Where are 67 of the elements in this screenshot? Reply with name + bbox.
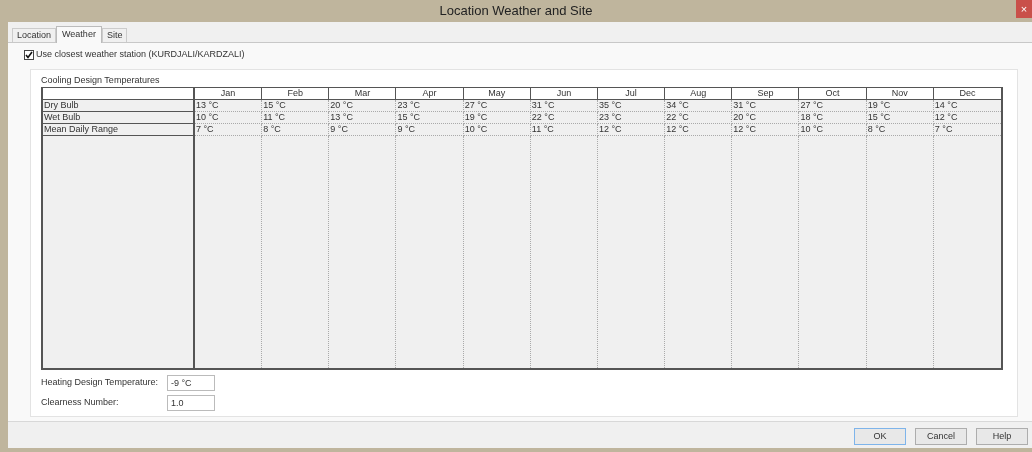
table-cell: 19 °C — [463, 112, 531, 124]
row-header: Wet Bulb — [43, 112, 195, 124]
column-header: Oct — [799, 88, 867, 100]
column-header: Jun — [530, 88, 598, 100]
table-cell: 10 °C — [463, 124, 531, 136]
table-cell: 13 °C — [329, 112, 397, 124]
dialog-button[interactable]: Help — [976, 428, 1028, 445]
table-cell: 12 °C — [933, 112, 1001, 124]
table-cell: 19 °C — [866, 100, 934, 112]
tab[interactable]: Location — [12, 28, 57, 42]
window-title: Location Weather and Site — [439, 2, 593, 21]
column-header: May — [463, 88, 531, 100]
table-cell: 8 °C — [866, 124, 934, 136]
table-cell: 20 °C — [732, 112, 800, 124]
table-cell: 8 °C — [262, 124, 330, 136]
group-title: Cooling Design Temperatures — [41, 74, 161, 87]
table-cell: 10 °C — [799, 124, 867, 136]
table-cell: 23 °C — [598, 112, 666, 124]
row-header: Dry Bulb — [43, 100, 195, 112]
column-header: Dec — [933, 88, 1001, 100]
column-header: Nov — [866, 88, 934, 100]
station-checkbox[interactable] — [24, 50, 34, 60]
table-cell: 12 °C — [732, 124, 800, 136]
input-field[interactable]: 1.0 — [167, 395, 215, 411]
table-cell: 7 °C — [933, 124, 1001, 136]
input-field[interactable]: -9 °C — [167, 375, 215, 391]
table-cell: 13 °C — [195, 100, 263, 112]
table-cell: 9 °C — [329, 124, 397, 136]
table-cell: 14 °C — [933, 100, 1001, 112]
table-cell: 12 °C — [665, 124, 733, 136]
table-cell: 34 °C — [665, 100, 733, 112]
close-button[interactable]: × — [1016, 0, 1032, 18]
table-cell: 18 °C — [799, 112, 867, 124]
column-header: Sep — [732, 88, 800, 100]
column-header: Aug — [665, 88, 733, 100]
check-icon — [25, 51, 33, 59]
table-cell: 22 °C — [530, 112, 598, 124]
table-cell: 11 °C — [530, 124, 598, 136]
dialog-button[interactable]: Cancel — [915, 428, 967, 445]
field-label: Clearness Number: — [41, 396, 120, 410]
table-cell: 12 °C — [598, 124, 666, 136]
column-header: Jan — [195, 88, 263, 100]
table-cell: 22 °C — [665, 112, 733, 124]
row-header: Mean Daily Range — [43, 124, 195, 136]
table-cell: 31 °C — [732, 100, 800, 112]
tab[interactable]: Weather — [56, 26, 102, 43]
table-cell: 20 °C — [329, 100, 397, 112]
table-cell: 15 °C — [262, 100, 330, 112]
table-cell: 9 °C — [396, 124, 464, 136]
column-header: Mar — [329, 88, 397, 100]
table-cell: 27 °C — [799, 100, 867, 112]
table-cell: 10 °C — [195, 112, 263, 124]
table-cell: 15 °C — [866, 112, 934, 124]
table-cell: 7 °C — [195, 124, 263, 136]
table-cell: 35 °C — [598, 100, 666, 112]
column-header: Jul — [598, 88, 666, 100]
table-cell: 31 °C — [530, 100, 598, 112]
field-label: Heating Design Temperature: — [41, 376, 159, 390]
column-header: Apr — [396, 88, 464, 100]
table-cell: 23 °C — [396, 100, 464, 112]
table-cell: 27 °C — [463, 100, 531, 112]
table-cell: 11 °C — [262, 112, 330, 124]
checkbox-label: Use closest weather station (KURDJALI/KARDZALI) — [36, 48, 245, 62]
dialog-button[interactable]: OK — [854, 428, 906, 445]
table-cell: 15 °C — [396, 112, 464, 124]
column-header: Feb — [262, 88, 330, 100]
tab[interactable]: Site — [101, 28, 128, 42]
